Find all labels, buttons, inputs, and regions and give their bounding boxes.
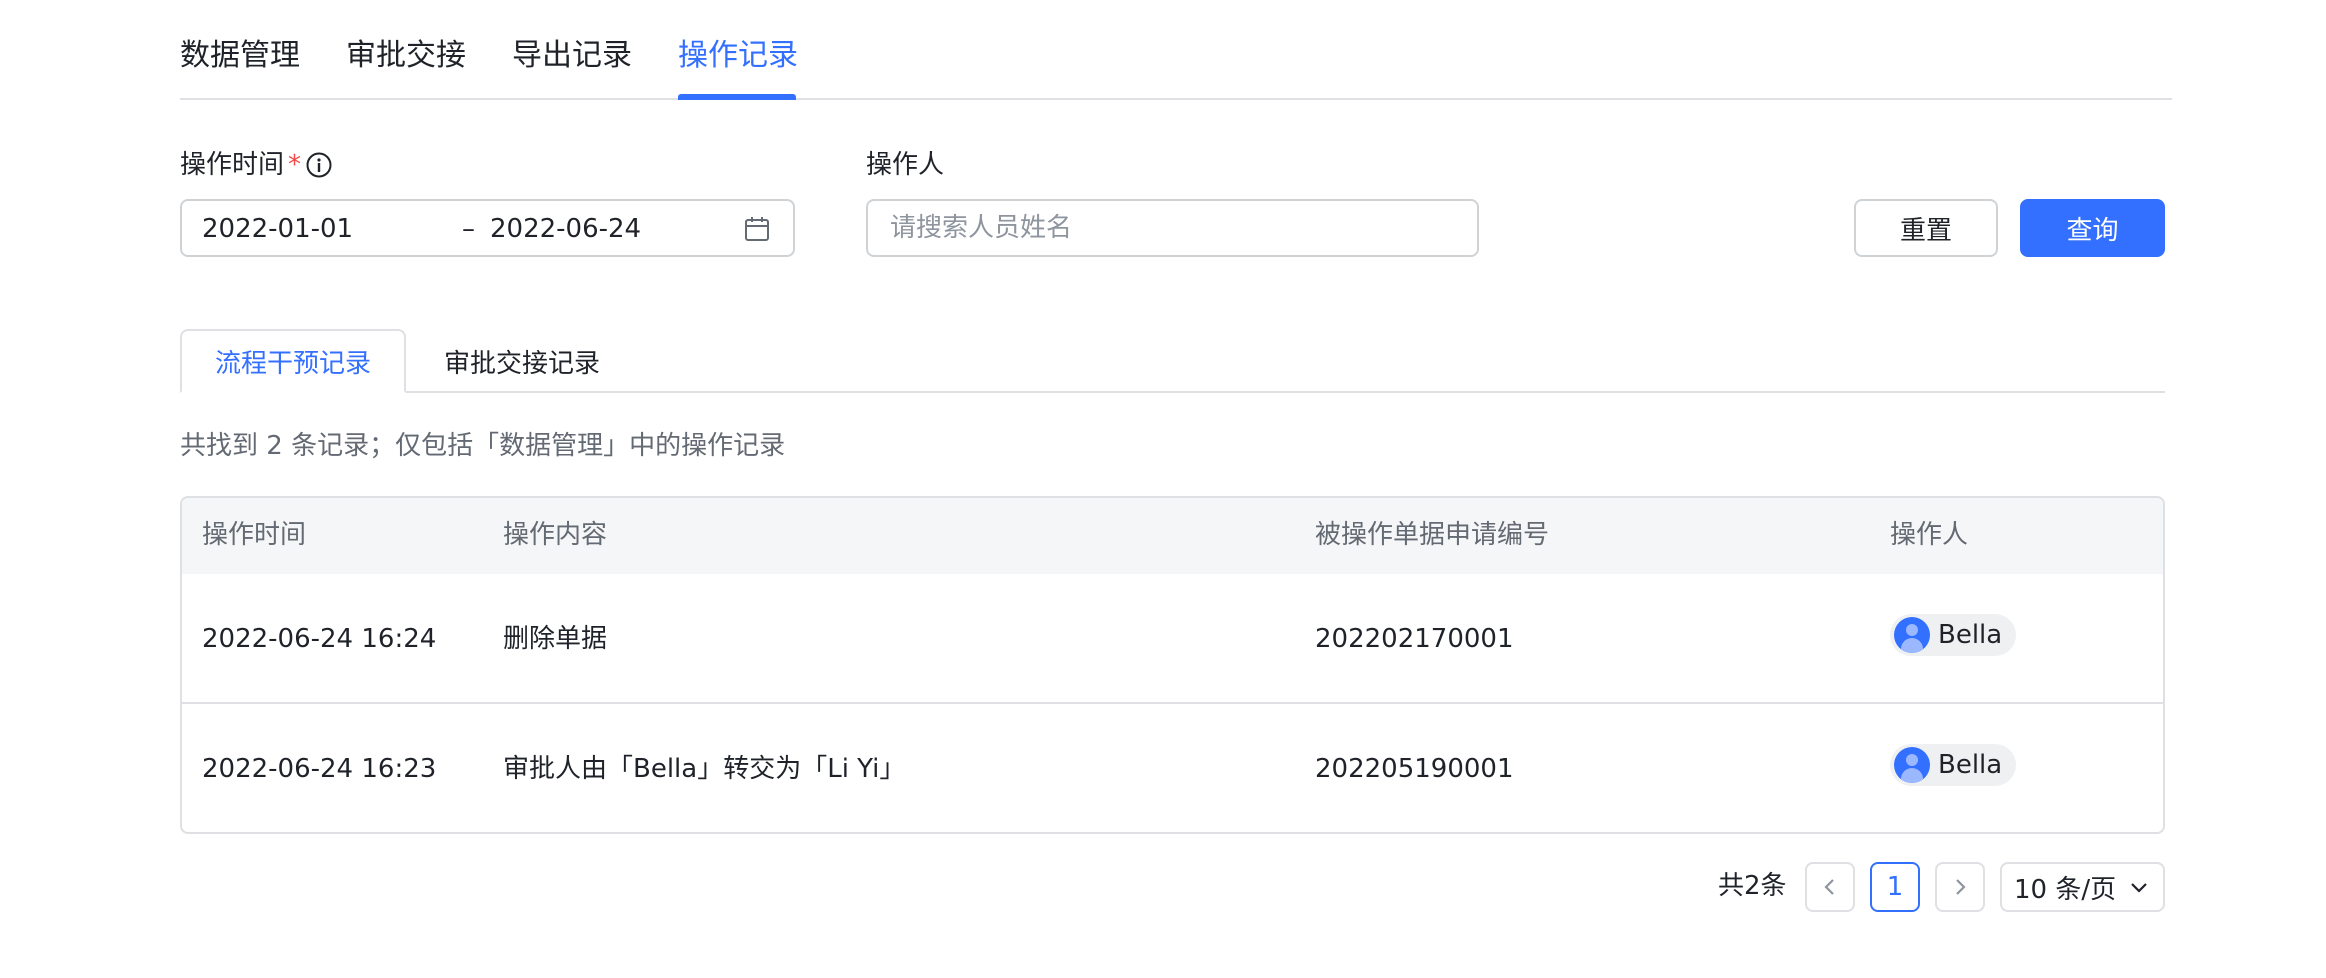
tab-data-management[interactable]: 数据管理 bbox=[180, 36, 300, 76]
page-size-select[interactable]: 10 条/页 bbox=[2000, 862, 2165, 912]
top-tab-bar: 数据管理 审批交接 导出记录 操作记录 bbox=[180, 0, 2172, 100]
next-page-button[interactable] bbox=[1935, 862, 1985, 912]
operator-chip[interactable]: Bella bbox=[1890, 614, 2017, 656]
tab-operation-records[interactable]: 操作记录 bbox=[678, 36, 798, 76]
date-start[interactable]: 2022-01-01 bbox=[202, 213, 353, 245]
operator-label: 操作人 bbox=[866, 150, 945, 180]
page-number-current[interactable]: 1 bbox=[1870, 862, 1920, 912]
cell-content: 删除单据 bbox=[503, 624, 608, 654]
tab-approval-handover-records[interactable]: 审批交接记录 bbox=[444, 329, 600, 393]
table-row: 2022-06-24 16:24 删除单据 202202170001 Bella bbox=[182, 574, 2163, 704]
cell-time: 2022-06-24 16:23 bbox=[202, 754, 437, 784]
chevron-down-icon bbox=[2131, 883, 2147, 893]
cell-number: 202202170001 bbox=[1315, 624, 1514, 654]
required-mark: * bbox=[288, 150, 302, 180]
table-header: 操作时间 操作内容 被操作单据申请编号 操作人 bbox=[182, 498, 2163, 574]
avatar bbox=[1894, 747, 1930, 783]
cell-number: 202205190001 bbox=[1315, 754, 1514, 784]
date-range-picker[interactable]: 2022-01-01 – 2022-06-24 bbox=[180, 199, 795, 257]
query-button[interactable]: 查询 bbox=[2020, 199, 2165, 257]
active-tab-indicator bbox=[678, 94, 796, 100]
page-size-value: 10 条/页 bbox=[2014, 874, 2117, 905]
tab-export-records[interactable]: 导出记录 bbox=[512, 36, 632, 76]
sub-tab-bar: 流程干预记录 审批交接记录 bbox=[180, 329, 2165, 393]
pagination-total: 共2条 bbox=[1718, 871, 1787, 901]
column-header-operator: 操作人 bbox=[1890, 520, 1969, 550]
operator-search-input[interactable] bbox=[866, 199, 1479, 257]
chevron-right-icon bbox=[1956, 879, 1966, 895]
table-row: 2022-06-24 16:23 审批人由「Bella」转交为「Li Yi」 2… bbox=[182, 704, 2163, 832]
prev-page-button[interactable] bbox=[1805, 862, 1855, 912]
operator-name: Bella bbox=[1938, 750, 2003, 780]
date-end[interactable]: 2022-06-24 bbox=[490, 213, 641, 245]
operator-chip[interactable]: Bella bbox=[1890, 744, 2017, 786]
records-table: 操作时间 操作内容 被操作单据申请编号 操作人 2022-06-24 16:24… bbox=[180, 496, 2165, 834]
operator-name: Bella bbox=[1938, 620, 2003, 650]
operation-time-label-text: 操作时间 bbox=[180, 150, 285, 180]
column-header-number: 被操作单据申请编号 bbox=[1315, 520, 1550, 550]
cell-content: 审批人由「Bella」转交为「Li Yi」 bbox=[503, 754, 906, 784]
operation-time-label: 操作时间 * bbox=[180, 148, 301, 182]
cell-time: 2022-06-24 16:24 bbox=[202, 624, 437, 654]
calendar-icon[interactable] bbox=[743, 215, 771, 243]
avatar bbox=[1894, 617, 1930, 653]
column-header-time: 操作时间 bbox=[202, 520, 307, 550]
chevron-left-icon bbox=[1824, 879, 1834, 895]
date-separator: – bbox=[462, 214, 475, 244]
tab-approval-handover[interactable]: 审批交接 bbox=[346, 36, 466, 76]
result-summary: 共找到 2 条记录；仅包括「数据管理」中的操作记录 bbox=[180, 431, 786, 461]
tab-process-intervention-records[interactable]: 流程干预记录 bbox=[180, 329, 406, 393]
info-icon[interactable] bbox=[306, 152, 332, 178]
column-header-content: 操作内容 bbox=[503, 520, 608, 550]
reset-button[interactable]: 重置 bbox=[1854, 199, 1998, 257]
